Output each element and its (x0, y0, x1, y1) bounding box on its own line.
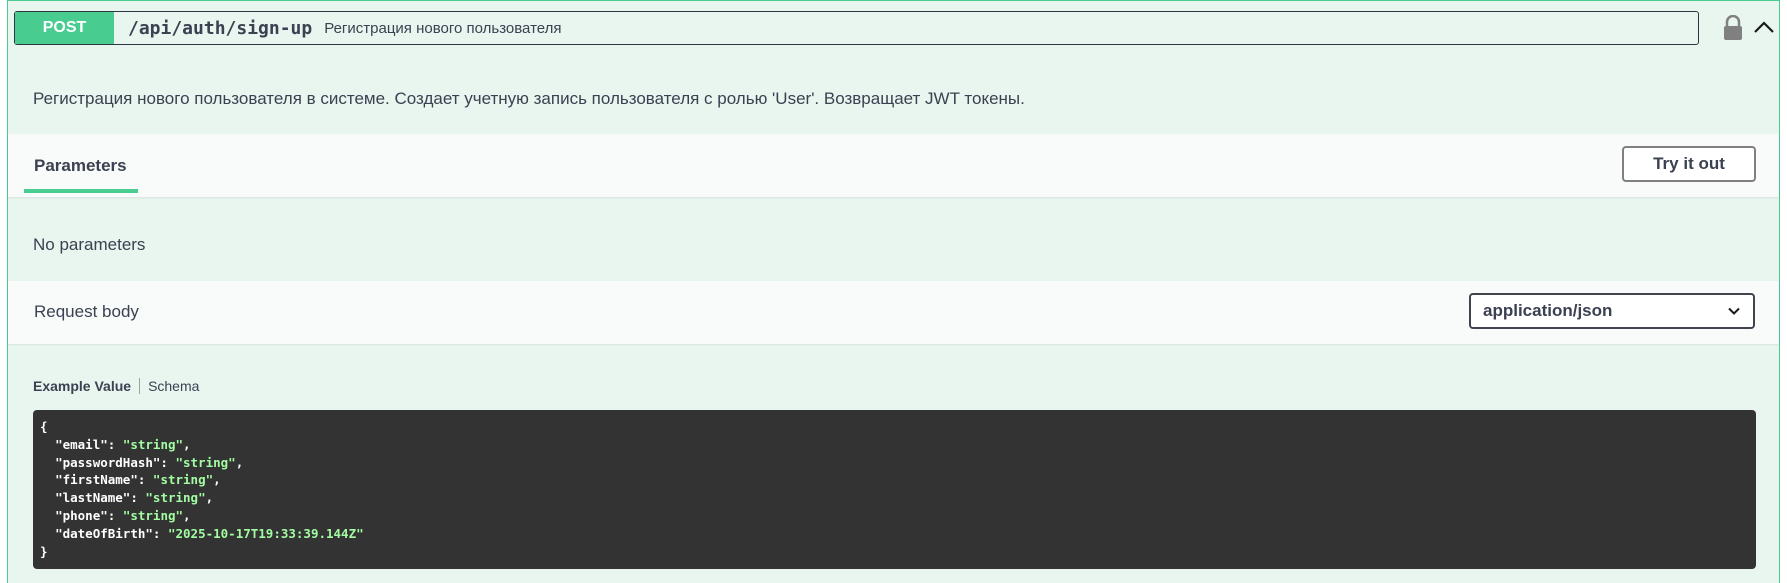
operation-summary[interactable]: POST /api/auth/sign-up Регистрация новог… (14, 11, 1699, 45)
json-key-passwordhash: "passwordHash" (55, 454, 161, 470)
json-key-dateofbirth: "dateOfBirth" (55, 525, 153, 541)
json-value-phone: "string" (122, 507, 184, 523)
json-comma: , (213, 472, 221, 488)
example-code-block: { "email": "string", "passwordHash": "st… (33, 410, 1756, 569)
request-body-header: Request body application/json (8, 281, 1779, 344)
json-value-email: "string" (122, 436, 184, 452)
tab-separator (139, 378, 141, 394)
json-comma: , (205, 490, 214, 506)
json-close-brace: } (40, 543, 48, 559)
json-key-firstname: "firstName" (55, 472, 138, 488)
operation-description: Регистрация нового пользователя в систем… (33, 89, 1025, 108)
json-value-passwordhash: "string" (175, 454, 236, 470)
tab-active-indicator (24, 189, 138, 193)
json-value-lastname: "string" (145, 490, 206, 506)
request-body-label: Request body (34, 302, 139, 321)
operation-path: /api/auth/sign-up (128, 17, 313, 39)
json-open-brace: { (40, 419, 48, 434)
chevron-up-icon[interactable] (1752, 15, 1776, 39)
json-key-phone: "phone" (55, 507, 108, 523)
parameters-header: Parameters Try it out (8, 134, 1779, 197)
json-comma: , (183, 507, 191, 523)
tab-parameters[interactable]: Parameters (34, 156, 127, 176)
lock-icon[interactable] (1722, 15, 1744, 41)
operation-block: POST /api/auth/sign-up Регистрация новог… (7, 0, 1780, 583)
no-parameters-text: No parameters (33, 235, 146, 254)
operation-summary-text: Регистрация нового пользователя (324, 19, 562, 37)
example-tabs: Example Value Schema (33, 378, 199, 394)
tab-schema[interactable]: Schema (148, 378, 199, 394)
json-value-firstname: "string" (152, 472, 214, 488)
json-comma: , (235, 454, 244, 470)
tab-example-value[interactable]: Example Value (33, 378, 131, 394)
method-badge: POST (15, 12, 114, 44)
chevron-down-icon (1728, 307, 1740, 315)
json-key-lastname: "lastName" (55, 490, 131, 506)
json-comma: , (183, 436, 191, 452)
try-it-out-button[interactable]: Try it out (1622, 146, 1756, 182)
content-type-value: application/json (1483, 301, 1613, 320)
content-type-select[interactable]: application/json (1469, 293, 1755, 329)
json-key-email: "email" (55, 436, 108, 452)
json-value-dateofbirth: "2025-10-17T19:33:39.144Z" (167, 525, 364, 541)
